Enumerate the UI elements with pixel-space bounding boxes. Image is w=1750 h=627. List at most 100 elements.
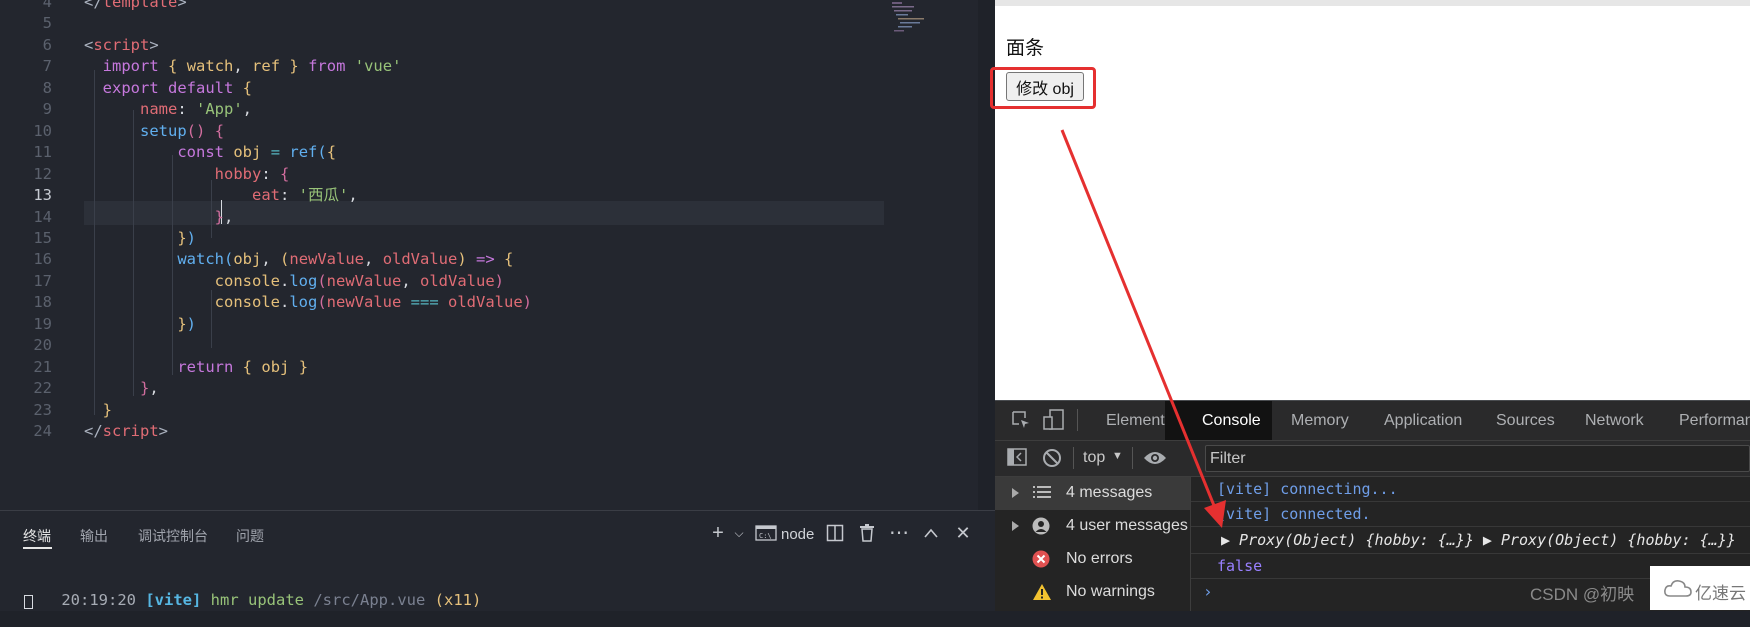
code-line[interactable]: 14 }, (0, 205, 978, 229)
divider (1132, 447, 1133, 469)
tab-terminal[interactable]: 终端 (23, 526, 51, 546)
console-prompt-icon[interactable]: › (1203, 582, 1213, 601)
console-text: false (1217, 557, 1263, 575)
inspect-element-icon[interactable] (1011, 410, 1031, 435)
eye-icon[interactable] (1143, 449, 1167, 472)
maximize-panel-icon[interactable] (919, 521, 943, 545)
code-line[interactable]: 9 name: 'App', (0, 97, 978, 121)
line-code: console.log(newValue === oldValue) (214, 293, 533, 312)
minimap[interactable] (890, 0, 940, 50)
tab-performance[interactable]: Performan (1679, 412, 1750, 430)
sidebar-item-user-messages[interactable]: 4 user messages (995, 510, 1190, 543)
code-line[interactable]: 10 setup() { (0, 119, 978, 143)
close-panel-icon[interactable]: ✕ (951, 521, 975, 545)
line-number: 12 (33, 164, 52, 183)
tab-network[interactable]: Network (1585, 412, 1644, 430)
sidebar-item-warnings[interactable]: No warnings (995, 576, 1190, 609)
line-number: 19 (33, 314, 52, 333)
terminal-output-line: 20:19:20 [vite] hmr update /src/App.vue … (24, 573, 481, 627)
code-line[interactable]: 21 return { obj } (0, 355, 978, 379)
code-editor[interactable]: 4 </template> 5 6 <script> 7 import { watch, … (0, 0, 978, 510)
line-code: }, (140, 379, 159, 398)
code-line[interactable]: 17 console.log(newValue, oldValue) (0, 269, 978, 293)
divider (1073, 447, 1074, 469)
device-toolbar-icon[interactable] (1043, 409, 1065, 436)
sidebar-label: No errors (1066, 550, 1133, 567)
sidebar-toggle-icon[interactable] (1007, 448, 1027, 471)
code-line[interactable]: 11 const obj = ref({ (0, 140, 978, 164)
terminal-count: (x11) (434, 591, 482, 609)
page-text: 面条 (1006, 38, 1045, 59)
trash-icon[interactable] (855, 521, 879, 545)
logo-text: 亿速云 (1695, 584, 1746, 603)
tab-console[interactable]: Console (1202, 412, 1261, 430)
sidebar-item-errors[interactable]: No errors (995, 543, 1190, 576)
terminal-type-label[interactable]: node (781, 526, 814, 543)
tab-problems[interactable]: 问题 (236, 526, 264, 546)
code-line[interactable]: 6 <script> (0, 33, 978, 57)
line-number: 15 (33, 228, 52, 247)
dropdown-arrow-icon[interactable]: ▼ (1112, 450, 1123, 462)
code-line[interactable]: 23 } (0, 398, 978, 422)
code-line[interactable]: 19 }) (0, 312, 978, 336)
line-code: watch(obj, (newValue, oldValue) => { (177, 250, 514, 269)
code-line[interactable]: 22 }, (0, 376, 978, 400)
logo: 亿速云 (1650, 566, 1750, 610)
code-line[interactable]: 20 (0, 333, 978, 357)
watermark: CSDN @初映 (1530, 585, 1635, 604)
console-line-proxy[interactable]: ▶ Proxy(Object) {hobby: {…}} ▶ Proxy(Obj… (1191, 527, 1750, 554)
code-line[interactable]: 24 </script> (0, 419, 978, 443)
line-number: 13 (33, 186, 52, 205)
line-code: const obj = ref({ (177, 143, 337, 162)
code-line[interactable]: 8 export default { (0, 76, 978, 100)
split-terminal-icon[interactable] (823, 521, 847, 545)
tab-application[interactable]: Application (1384, 412, 1462, 430)
line-code: }) (177, 228, 197, 247)
line-code: return { obj } (177, 357, 309, 376)
console-line: [vite] connected. (1191, 502, 1750, 527)
console-line: [vite] connecting... (1191, 477, 1750, 502)
line-code: export default { (102, 78, 253, 97)
filter-input[interactable]: Filter (1205, 445, 1750, 472)
context-selector[interactable]: top (1083, 449, 1105, 467)
clear-console-icon[interactable] (1042, 448, 1062, 473)
line-number: 23 (33, 400, 52, 419)
chevron-down-icon[interactable]: ⌵ (727, 521, 751, 545)
svg-text:C:\: C:\ (759, 532, 772, 540)
code-line[interactable]: 12 hobby: { (0, 162, 978, 186)
expand-arrow-icon[interactable] (1012, 521, 1019, 531)
tab-elements[interactable]: Elements (1106, 412, 1173, 430)
console-text: [vite] connecting... (1217, 480, 1398, 498)
code-line[interactable]: 18 console.log(newValue === oldValue) (0, 290, 978, 314)
sidebar-label: 4 messages (1066, 484, 1153, 501)
line-number: 11 (33, 143, 52, 162)
code-line[interactable]: 15 }) (0, 226, 978, 250)
devtools-tab-bar: Elements Console Memory Application Sour… (995, 401, 1750, 441)
sidebar-item-messages[interactable]: 4 messages (995, 477, 1190, 510)
expand-arrow-icon[interactable] (1012, 488, 1019, 498)
line-code: console.log(newValue, oldValue) (214, 271, 504, 290)
console-text: [vite] connected. (1217, 505, 1371, 523)
tab-output[interactable]: 输出 (80, 526, 108, 546)
line-number: 16 (33, 250, 52, 269)
console-toolbar: top ▼ Filter (995, 441, 1750, 477)
line-number: 17 (33, 271, 52, 290)
line-number: 6 (42, 35, 52, 54)
terminal-msg: hmr update (210, 591, 304, 609)
more-actions-icon[interactable]: ⋯ (887, 521, 911, 545)
tab-memory[interactable]: Memory (1291, 412, 1349, 430)
code-line[interactable]: 5 (0, 11, 978, 35)
line-number: 5 (42, 14, 52, 33)
terminal-time: 20:19:20 (61, 591, 136, 609)
cloud-logo-icon (1664, 580, 1692, 597)
browser-page: 面条 修改 obj (995, 0, 1750, 400)
terminal-vite-tag: [vite] (145, 591, 202, 609)
highlight-box (990, 67, 1096, 109)
code-line[interactable]: 16 watch(obj, (newValue, oldValue) => { (0, 247, 978, 271)
code-line[interactable]: 13 eat: '西瓜', (0, 183, 978, 207)
line-number: 21 (33, 357, 52, 376)
console-object[interactable]: ▶ Proxy(Object) {hobby: {…}} ▶ Proxy(Obj… (1221, 531, 1736, 549)
tab-debug-console[interactable]: 调试控制台 (138, 526, 208, 546)
code-line[interactable]: 7 import { watch, ref } from 'vue' (0, 54, 978, 78)
tab-sources[interactable]: Sources (1496, 412, 1555, 430)
